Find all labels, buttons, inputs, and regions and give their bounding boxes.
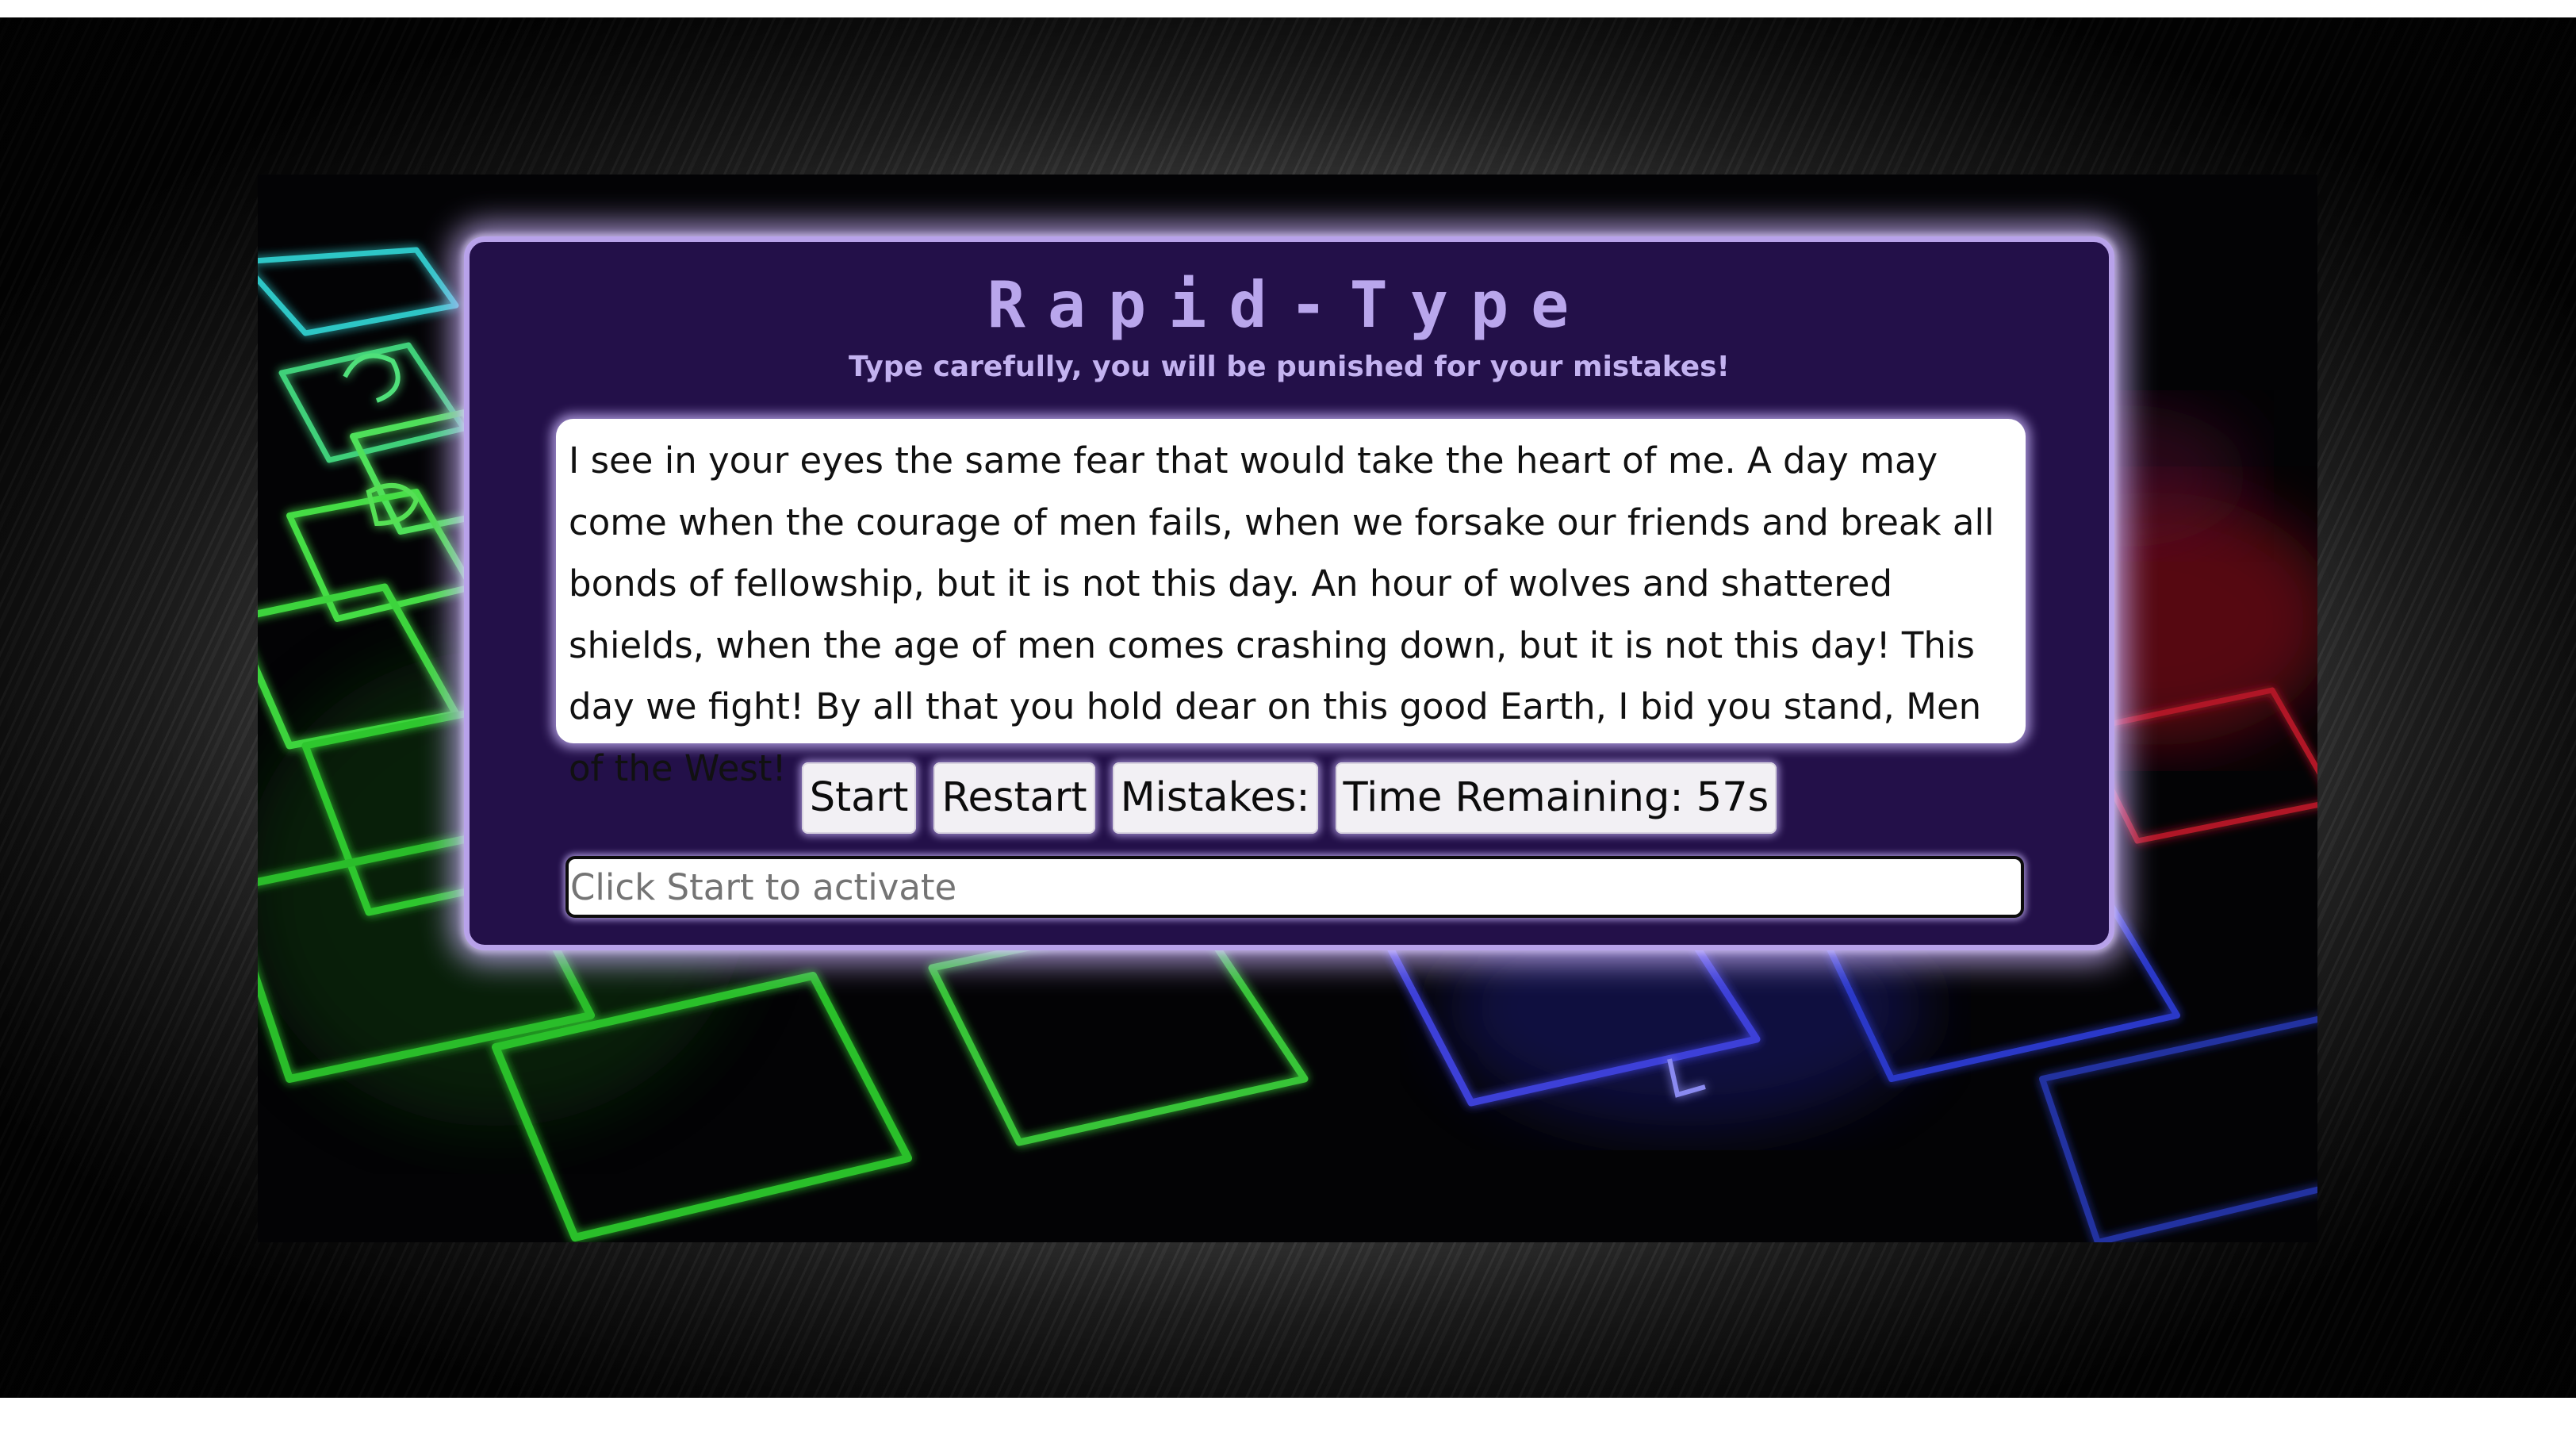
typing-input[interactable] [565, 856, 2024, 918]
app-title: Rapid-Type [987, 268, 1592, 342]
start-button[interactable]: Start [801, 762, 917, 834]
quote-text-box: I see in your eyes the same fear that wo… [556, 419, 2026, 789]
page-background: Rapid-Type Type carefully, you will be p… [0, 17, 2576, 1398]
app-subtitle: Type carefully, you will be punished for… [849, 351, 1730, 383]
time-remaining-display: Time Remaining: 57s [1335, 762, 1777, 834]
controls-bar: Start Restart Mistakes: Time Remaining: … [470, 762, 2109, 834]
mistakes-counter: Mistakes: [1112, 762, 1318, 834]
restart-button[interactable]: Restart [933, 762, 1095, 834]
game-panel: Rapid-Type Type carefully, you will be p… [464, 236, 2114, 950]
